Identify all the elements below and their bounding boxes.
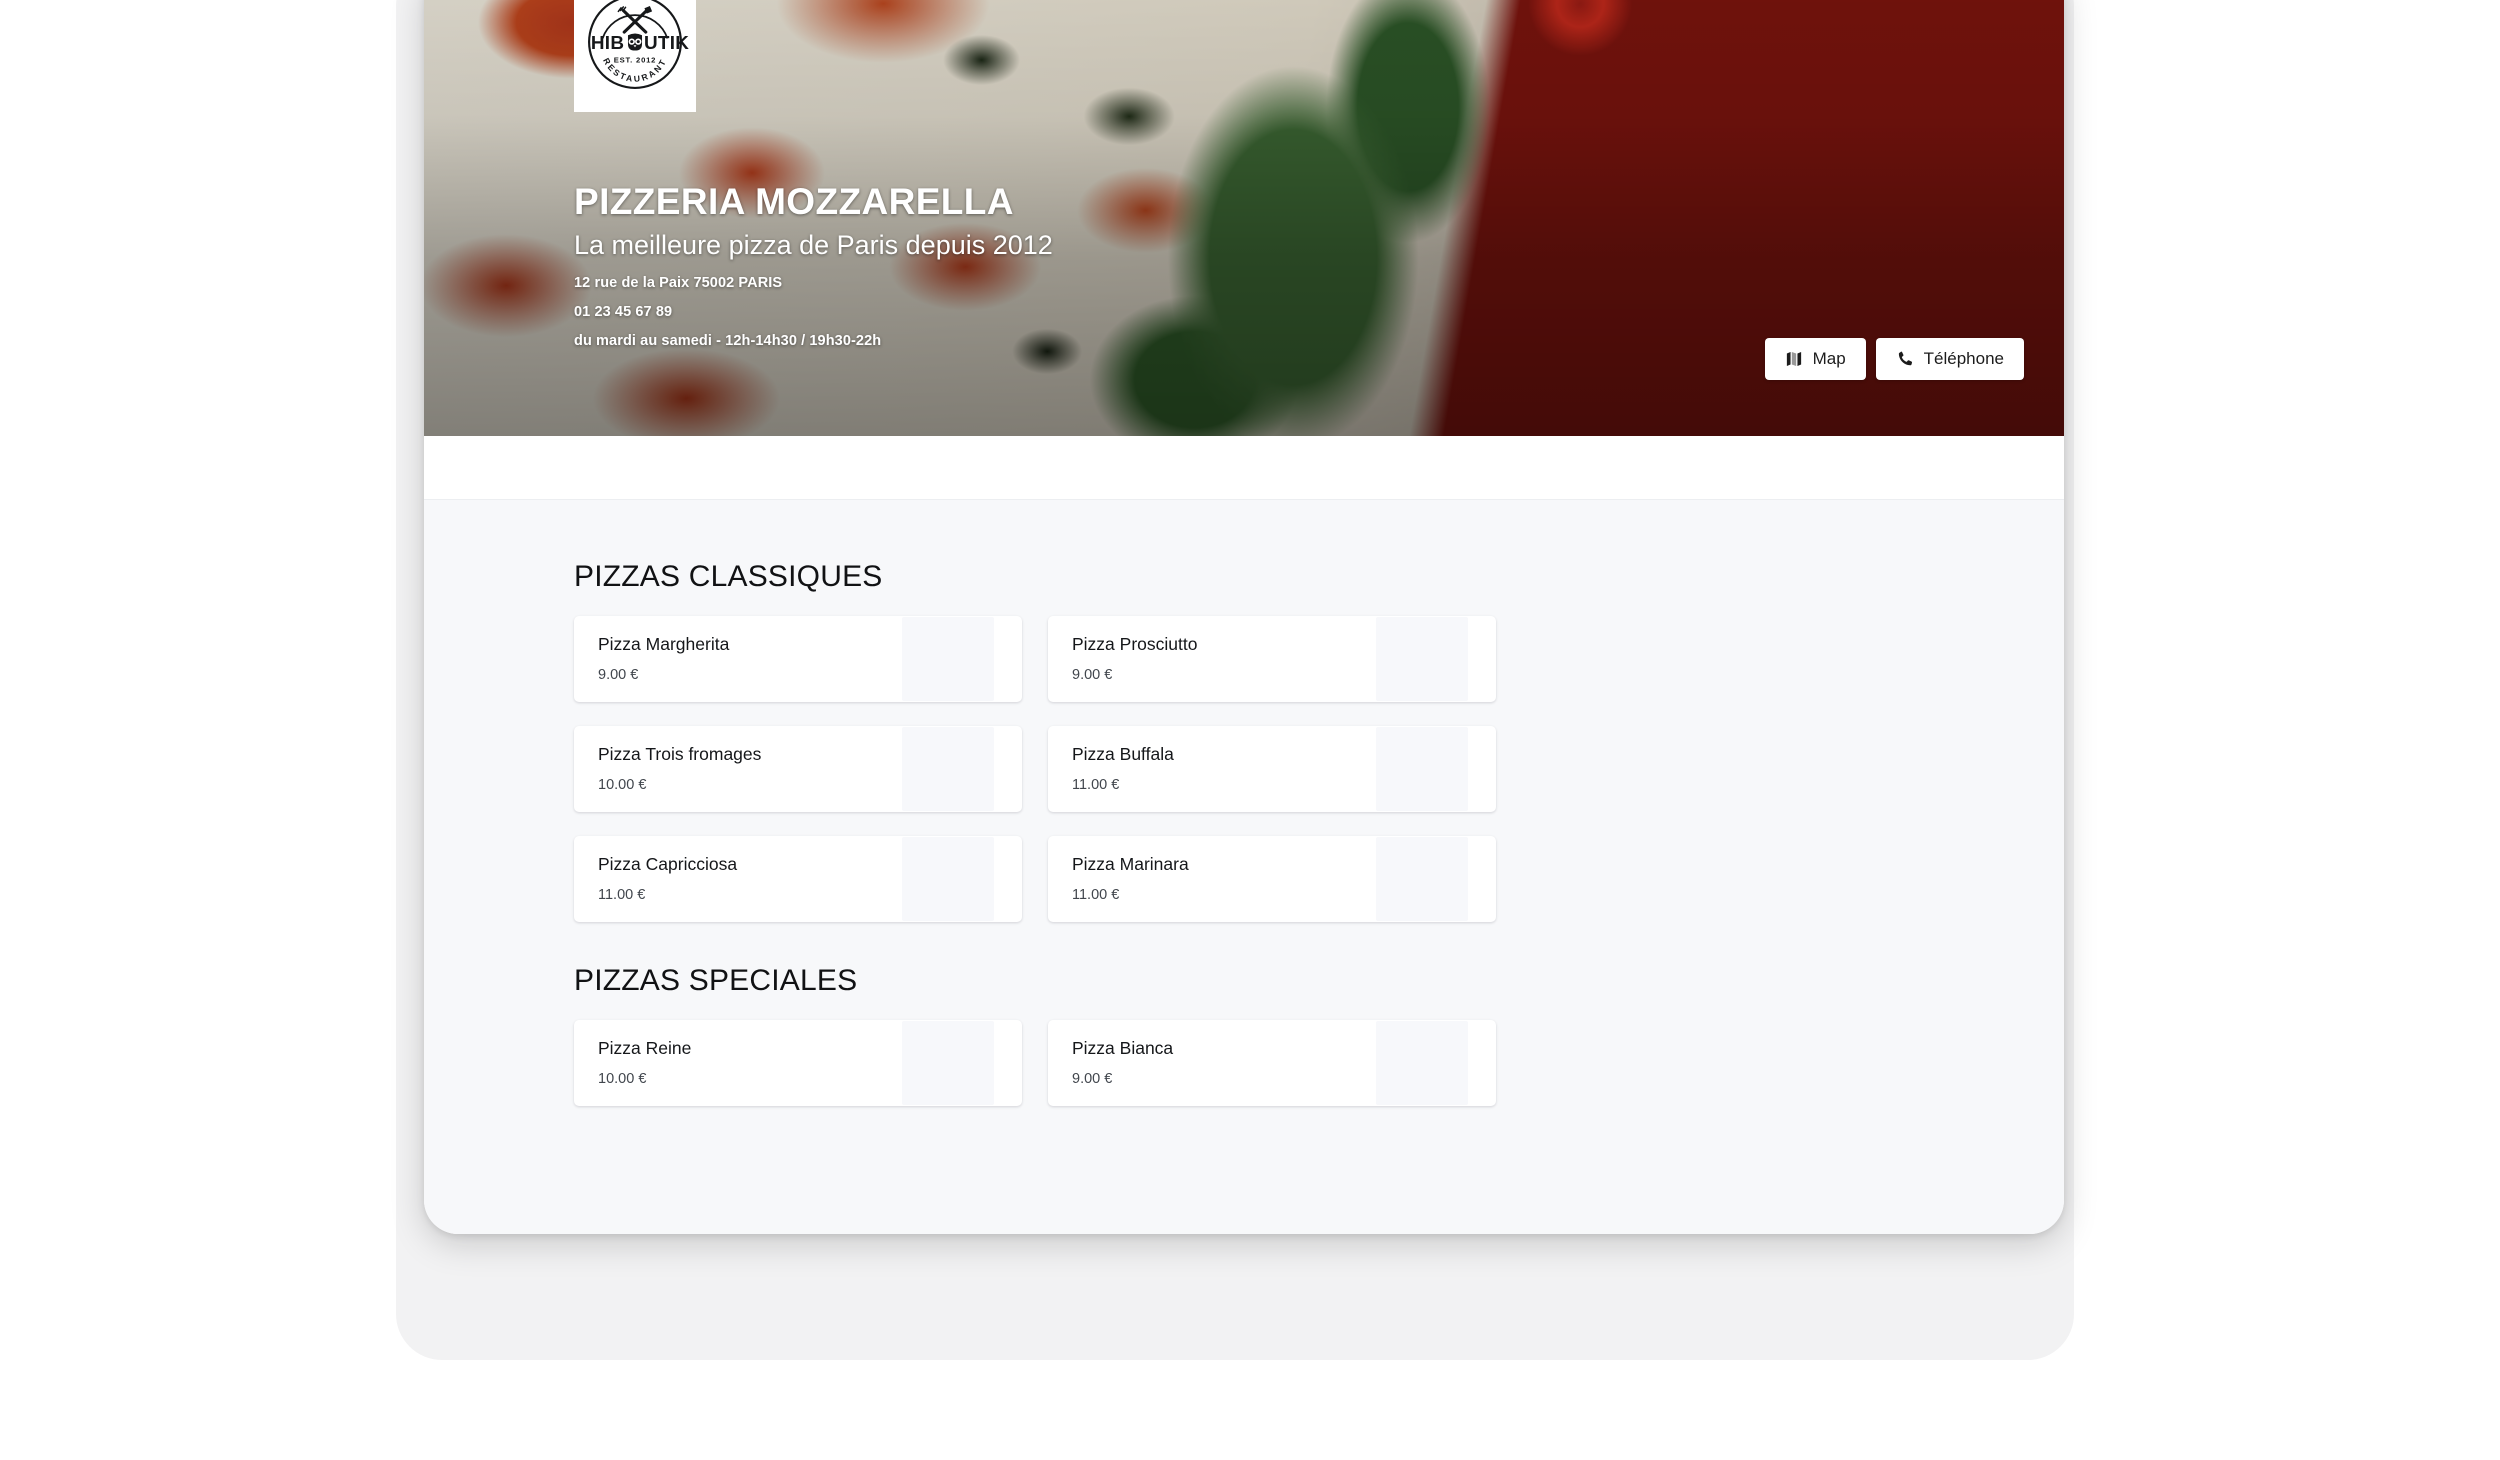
menu-item-price: 9.00 €	[598, 667, 902, 684]
section-title: PIZZAS SPECIALES	[574, 964, 1594, 998]
menu-item-thumbnail	[1376, 837, 1468, 921]
menu-item-thumbnail	[1376, 617, 1468, 701]
menu-item-name: Pizza Marinara	[1072, 854, 1376, 876]
hero-banner: HIB UTIK EST. 2012	[424, 0, 2064, 436]
menu-item-info: Pizza Bianca 9.00 €	[1048, 1038, 1376, 1088]
map-button-label: Map	[1813, 349, 1846, 369]
menu-item-name: Pizza Reine	[598, 1038, 902, 1060]
map-button[interactable]: Map	[1765, 338, 1866, 380]
menu-item-card[interactable]: Pizza Prosciutto 9.00 €	[1048, 616, 1496, 702]
map-icon	[1785, 350, 1803, 368]
menu-item-thumbnail	[902, 1021, 994, 1105]
menu-item-thumbnail	[902, 837, 994, 921]
menu-item-info: Pizza Margherita 9.00 €	[574, 634, 902, 684]
menu-item-name: Pizza Capricciosa	[598, 854, 902, 876]
menu-item-info: Pizza Reine 10.00 €	[574, 1038, 902, 1088]
menu-item-thumbnail	[902, 617, 994, 701]
menu-item-card[interactable]: Pizza Reine 10.00 €	[574, 1020, 1022, 1106]
restaurant-hours: du mardi au samedi - 12h-14h30 / 19h30-2…	[574, 331, 1053, 352]
menu-item-name: Pizza Trois fromages	[598, 744, 902, 766]
menu-container: PIZZAS CLASSIQUES Pizza Margherita 9.00 …	[574, 560, 1594, 1106]
menu-item-info: Pizza Prosciutto 9.00 €	[1048, 634, 1376, 684]
menu-item-name: Pizza Prosciutto	[1072, 634, 1376, 656]
hero-action-buttons: Map Téléphone	[1765, 338, 2024, 380]
hero-text-block: PIZZERIA MOZZARELLA La meilleure pizza d…	[574, 181, 1053, 352]
menu-item-price: 10.00 €	[598, 1071, 902, 1088]
menu-item-price: 11.00 €	[1072, 777, 1376, 794]
menu-item-card[interactable]: Pizza Capricciosa 11.00 €	[574, 836, 1022, 922]
menu-item-card[interactable]: Pizza Buffala 11.00 €	[1048, 726, 1496, 812]
menu-item-card[interactable]: Pizza Margherita 9.00 €	[574, 616, 1022, 702]
menu-item-thumbnail	[1376, 727, 1468, 811]
menu-item-thumbnail	[902, 727, 994, 811]
section-title: PIZZAS CLASSIQUES	[574, 560, 1594, 594]
hero-subtitle: La meilleure pizza de Paris depuis 2012	[574, 229, 1053, 261]
menu-item-name: Pizza Buffala	[1072, 744, 1376, 766]
menu-item-name: Pizza Margherita	[598, 634, 902, 656]
menu-item-card[interactable]: Pizza Marinara 11.00 €	[1048, 836, 1496, 922]
restaurant-address: 12 rue de la Paix 75002 PARIS	[574, 273, 1053, 294]
menu-item-info: Pizza Marinara 11.00 €	[1048, 854, 1376, 904]
navigation-strip[interactable]	[424, 436, 2064, 500]
menu-item-card[interactable]: Pizza Bianca 9.00 €	[1048, 1020, 1496, 1106]
menu-content: PIZZAS CLASSIQUES Pizza Margherita 9.00 …	[424, 500, 2064, 1234]
menu-item-price: 9.00 €	[1072, 1071, 1376, 1088]
menu-item-price: 11.00 €	[1072, 887, 1376, 904]
device-frame: HIB UTIK EST. 2012	[424, 0, 2064, 1234]
menu-item-thumbnail	[1376, 1021, 1468, 1105]
svg-text:UTIK: UTIK	[644, 33, 689, 54]
menu-item-info: Pizza Capricciosa 11.00 €	[574, 854, 902, 904]
telephone-button[interactable]: Téléphone	[1876, 338, 2024, 380]
menu-section-classiques: PIZZAS CLASSIQUES Pizza Margherita 9.00 …	[574, 560, 1594, 922]
page-title: PIZZERIA MOZZARELLA	[574, 181, 1053, 224]
menu-item-price: 9.00 €	[1072, 667, 1376, 684]
menu-item-grid: Pizza Margherita 9.00 € Pizza Prosciutto…	[574, 616, 1594, 922]
restaurant-logo[interactable]: HIB UTIK EST. 2012	[574, 0, 696, 112]
menu-section-speciales: PIZZAS SPECIALES Pizza Reine 10.00 € Piz…	[574, 964, 1594, 1106]
svg-text:HIB: HIB	[591, 33, 624, 54]
menu-item-info: Pizza Buffala 11.00 €	[1048, 744, 1376, 794]
menu-item-price: 10.00 €	[598, 777, 902, 794]
menu-item-grid: Pizza Reine 10.00 € Pizza Bianca 9.00 €	[574, 1020, 1594, 1106]
telephone-button-label: Téléphone	[1924, 349, 2004, 369]
svg-text:EST. 2012: EST. 2012	[614, 56, 656, 65]
menu-item-price: 11.00 €	[598, 887, 902, 904]
menu-item-info: Pizza Trois fromages 10.00 €	[574, 744, 902, 794]
restaurant-phone: 01 23 45 67 89	[574, 302, 1053, 323]
menu-item-card[interactable]: Pizza Trois fromages 10.00 €	[574, 726, 1022, 812]
menu-item-name: Pizza Bianca	[1072, 1038, 1376, 1060]
phone-icon	[1896, 350, 1914, 368]
